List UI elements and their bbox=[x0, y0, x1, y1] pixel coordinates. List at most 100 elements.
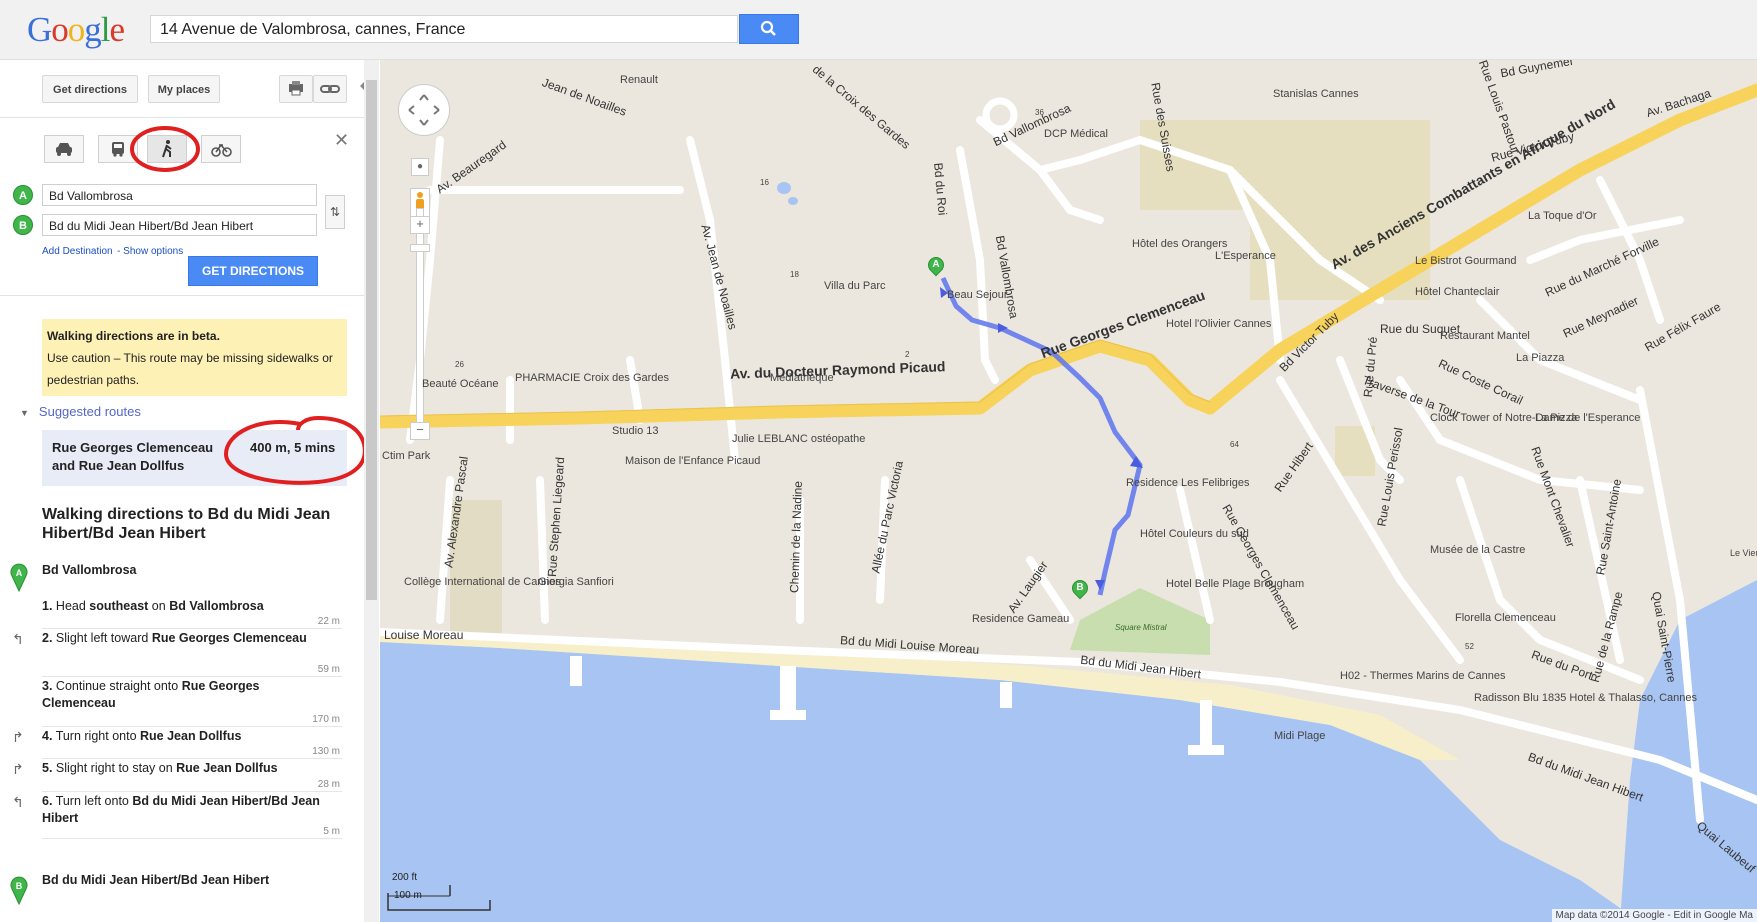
map-number-label: 16 bbox=[760, 178, 769, 187]
map-poi-label: Le Vieux bbox=[1730, 548, 1757, 558]
step-divider bbox=[42, 676, 342, 677]
map-poi-label: Hôtel Chanteclair bbox=[1415, 286, 1500, 298]
step-distance: 5 m bbox=[323, 826, 340, 837]
get-directions-button[interactable]: GET DIRECTIONS bbox=[188, 256, 318, 286]
step-road: Rue Georges Clemenceau bbox=[151, 631, 307, 645]
map-poi-label: Collège International de Cannes bbox=[404, 576, 562, 588]
scale-meters-label: 100 m bbox=[394, 890, 422, 901]
beta-notice-body: Use caution – This route may be missing … bbox=[47, 351, 333, 387]
swap-waypoints-button[interactable]: ⇅ bbox=[325, 195, 345, 229]
svg-text:B: B bbox=[16, 881, 23, 891]
direction-step[interactable]: 3. Continue straight onto Rue Georges Cl… bbox=[42, 678, 322, 712]
walking-highlight-circle bbox=[130, 126, 200, 172]
directions-start: Bd Vallombrosa bbox=[42, 563, 137, 577]
step-distance: 28 m bbox=[317, 779, 340, 790]
direction-step[interactable]: 1. Head southeast on Bd Vallombrosa bbox=[42, 598, 322, 615]
map-number-label: 18 bbox=[790, 270, 799, 279]
pin-label: B bbox=[1076, 582, 1084, 593]
search-button[interactable] bbox=[739, 14, 799, 44]
google-logo[interactable]: Google bbox=[27, 10, 126, 50]
turn-right-icon: ↱ bbox=[12, 729, 24, 745]
map-poi-label: Hôtel des Orangers bbox=[1132, 238, 1228, 250]
pan-control[interactable] bbox=[398, 84, 450, 136]
map-poi-label: Studio 13 bbox=[612, 425, 659, 437]
map-number-label: 52 bbox=[1465, 642, 1474, 651]
my-places-tab[interactable]: My places bbox=[148, 75, 220, 103]
print-button[interactable] bbox=[279, 75, 313, 103]
mode-bicycling-button[interactable] bbox=[201, 135, 241, 163]
top-header: Google 14 Avenue de Valombrosa, cannes, … bbox=[0, 0, 1757, 60]
map-attribution[interactable]: Map data ©2014 Google - Edit in Google M… bbox=[1551, 909, 1757, 922]
left-panel: Get directions My places ✕ A Bd Vallombr… bbox=[0, 60, 381, 922]
zoom-level-marker[interactable] bbox=[410, 244, 430, 252]
step-number: 5. bbox=[42, 761, 53, 775]
start-input[interactable]: Bd Vallombrosa bbox=[42, 184, 317, 206]
slight-left-icon: ↰ bbox=[12, 631, 24, 647]
direction-step[interactable]: 6. Turn left onto Bd du Midi Jean Hibert… bbox=[42, 793, 322, 827]
close-icon[interactable]: ✕ bbox=[334, 130, 349, 151]
search-input[interactable]: 14 Avenue de Valombrosa, cannes, France bbox=[150, 15, 738, 43]
search-icon bbox=[760, 20, 776, 36]
map-number-label: 36 bbox=[1035, 108, 1044, 117]
map-poi-label: Ctim Park bbox=[382, 450, 431, 462]
step-distance: 130 m bbox=[312, 746, 340, 757]
step-divider bbox=[42, 758, 342, 759]
step-distance: 59 m bbox=[317, 664, 340, 675]
logo-letter: o bbox=[51, 10, 68, 49]
beta-notice-title: Walking directions are in beta. bbox=[47, 329, 220, 343]
step-road: southeast bbox=[89, 599, 149, 613]
step-text: Continue straight onto bbox=[55, 679, 182, 693]
direction-step[interactable]: 4. Turn right onto Rue Jean Dollfus bbox=[42, 728, 322, 745]
step-text: Turn right onto bbox=[55, 729, 140, 743]
marker-b-icon: B bbox=[10, 876, 28, 905]
step-number: 2. bbox=[42, 631, 53, 645]
route-name: Rue Georges Clemenceau and Rue Jean Doll… bbox=[52, 440, 213, 473]
triangle-down-icon: ▼ bbox=[20, 408, 29, 418]
map-poi-label: Médiathèque bbox=[770, 372, 834, 384]
pin-label: A bbox=[932, 259, 940, 270]
link-button[interactable] bbox=[313, 75, 347, 103]
map-poi-label: Midi Plage bbox=[1274, 730, 1326, 742]
map-poi-label: Residence Gameau bbox=[972, 613, 1070, 625]
map-poi-label: Maison de l'Enfance Picaud bbox=[625, 455, 761, 467]
map-road-label: Louise Moreau bbox=[384, 628, 464, 642]
step-text: Head bbox=[55, 599, 90, 613]
map-poi-label: Le Bistrot Gourmand bbox=[1415, 255, 1517, 267]
directions-title: Walking directions to Bd du Midi Jean Hi… bbox=[42, 506, 331, 542]
logo-letter: g bbox=[84, 10, 101, 49]
step-number: 1. bbox=[42, 599, 53, 613]
panel-scrollbar[interactable] bbox=[364, 60, 379, 922]
logo-letter: e bbox=[109, 10, 126, 49]
map-poi-label: La Piazza bbox=[1516, 352, 1565, 364]
map-poi-label: Hotel l'Olivier Cannes bbox=[1166, 318, 1272, 330]
direction-step[interactable]: 5. Slight right to stay on Rue Jean Doll… bbox=[42, 760, 322, 777]
map-number-label: 2 bbox=[905, 350, 910, 359]
mode-driving-button[interactable] bbox=[44, 135, 84, 163]
step-divider bbox=[42, 838, 342, 839]
direction-step[interactable]: 2. Slight left toward Rue Georges Clemen… bbox=[42, 630, 322, 647]
marker-b-icon: B bbox=[13, 215, 33, 235]
add-destination-link[interactable]: Add Destination bbox=[42, 246, 113, 257]
destination-input[interactable]: Bd du Midi Jean Hibert/Bd Jean Hibert bbox=[42, 214, 317, 236]
map-poi-label: Beau Sejour bbox=[947, 289, 1008, 301]
map-poi-label: L'Esperance bbox=[1215, 250, 1276, 262]
map-poi-label: Renault bbox=[620, 74, 658, 86]
zoom-out-button[interactable]: − bbox=[410, 422, 430, 440]
map-poi-label: La Toque d'Or bbox=[1528, 210, 1597, 222]
map-number-label: 26 bbox=[455, 360, 464, 369]
get-directions-tab[interactable]: Get directions bbox=[42, 75, 138, 103]
zoom-in-button[interactable]: + bbox=[410, 216, 430, 234]
map-canvas[interactable]: ● + − A B Av. du Docteur Raymond Picaud … bbox=[380, 60, 1757, 922]
show-options-link[interactable]: Show options bbox=[123, 246, 183, 257]
step-text: on bbox=[148, 599, 170, 613]
turn-left-icon: ↰ bbox=[12, 794, 24, 810]
step-text: Slight left toward bbox=[55, 631, 152, 645]
suggested-routes-heading[interactable]: ▼ Suggested routes bbox=[20, 404, 141, 419]
zoom-slider[interactable] bbox=[416, 208, 424, 430]
scroll-thumb[interactable] bbox=[366, 80, 377, 600]
logo-letter: l bbox=[100, 10, 111, 49]
divider bbox=[0, 295, 365, 296]
step-road: Rue Jean Dollfus bbox=[140, 729, 242, 743]
location-icon[interactable]: ● bbox=[411, 158, 429, 176]
beta-notice: Walking directions are in beta. Use caut… bbox=[42, 319, 347, 396]
